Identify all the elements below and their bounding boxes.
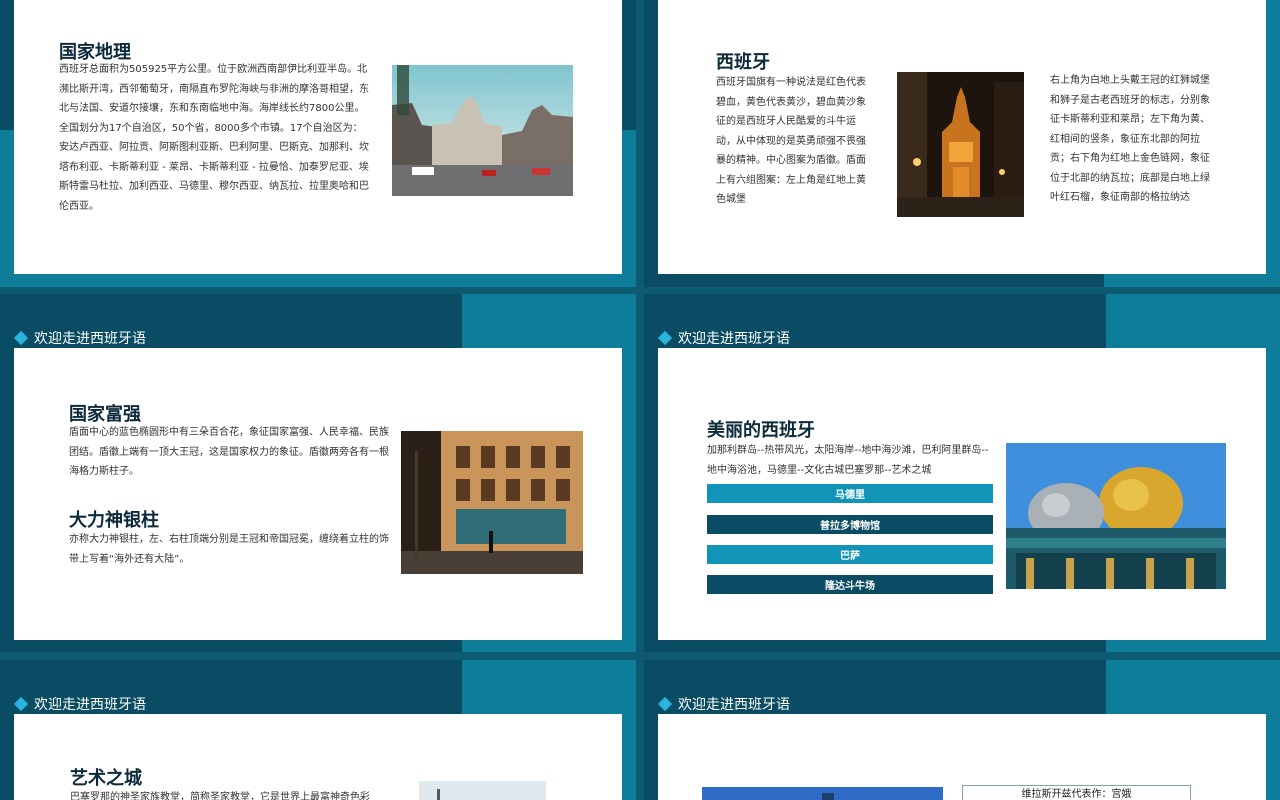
city-street-photo — [392, 65, 573, 196]
slide-text: 巴塞罗那的神圣家族教堂，简称圣家教堂，它是世界上最富神奇色彩 — [70, 792, 370, 800]
slide-title: 西班牙 — [716, 52, 770, 73]
destination-item-ronda[interactable]: 隆达斗牛场 — [707, 575, 993, 594]
building-photo — [401, 431, 583, 574]
sagrada-familia-photo — [419, 781, 546, 800]
slide-card: 艺术之城 巴塞罗那的神圣家族教堂，简称圣家教堂，它是世界上最富神奇色彩 — [14, 714, 622, 800]
slide-card: 国家地理 西班牙总面积为505925平方公里。位于欧洲西南部伊比利亚半岛。北濒比… — [14, 0, 622, 274]
section-header-label: 欢迎走进西班牙语 — [34, 697, 146, 713]
slide-geography[interactable]: 国家地理 西班牙总面积为505925平方公里。位于欧洲西南部伊比利亚半岛。北濒比… — [0, 0, 636, 287]
section-header: 欢迎走进西班牙语 — [657, 328, 790, 348]
diamond-icon — [13, 330, 29, 346]
slide-beautiful-spain[interactable]: 欢迎走进西班牙语 美丽的西班牙 加那利群岛--热带风光，太阳海岸--地中海沙滩，… — [644, 294, 1280, 652]
destination-item-prado[interactable]: 普拉多博物馆 — [707, 515, 993, 534]
slide-card: 西班牙 西班牙国旗有一种说法是红色代表碧血，黄色代表黄沙，碧血黄沙象征的是西班牙… — [658, 0, 1266, 274]
section-header: 欢迎走进西班牙语 — [657, 694, 790, 714]
slide-title-hercules: 大力神银柱 — [69, 510, 159, 531]
diamond-icon — [657, 696, 673, 712]
slide-prosperity[interactable]: 欢迎走进西班牙语 国家富强 盾面中心的蓝色椭圆形中有三朵百合花，象征国家富强、人… — [0, 294, 636, 652]
slide-card: 美丽的西班牙 加那利群岛--热带风光，太阳海岸--地中海沙滩，巴利阿里群岛--地… — [658, 348, 1266, 640]
artwork-photo — [702, 786, 943, 800]
slide-art-city[interactable]: 欢迎走进西班牙语 艺术之城 巴塞罗那的神圣家族教堂，简称圣家教堂，它是世界上最富… — [0, 660, 636, 800]
night-church-photo — [897, 72, 1024, 217]
slide-text: 西班牙总面积为505925平方公里。位于欧洲西南部伊比利亚半岛。北濒比斯开湾，西… — [59, 64, 369, 212]
slide-text: 加那利群岛--热带风光，太阳海岸--地中海沙滩，巴利阿里群岛--地中海浴池，马德… — [707, 445, 989, 476]
slide-text-hercules: 亦称大力神银柱，左、右柱顶端分别是王冠和帝国冠冕，缠绕着立柱的饰带上写着“海外还… — [69, 534, 389, 565]
artwork-label-box: 维拉斯开兹代表作：宫娥 — [962, 785, 1191, 800]
destination-item-barca[interactable]: 巴萨 — [707, 545, 993, 564]
diamond-icon — [13, 696, 29, 712]
section-header-label: 欢迎走进西班牙语 — [34, 331, 146, 347]
section-header-label: 欢迎走进西班牙语 — [678, 697, 790, 713]
section-header: 欢迎走进西班牙语 — [13, 328, 146, 348]
diamond-icon — [657, 330, 673, 346]
slide-card: 维拉斯开兹代表作：宫娥 — [658, 714, 1266, 800]
slide-spain-flag[interactable]: 西班牙 西班牙国旗有一种说法是红色代表碧血，黄色代表黄沙，碧血黄沙象征的是西班牙… — [644, 0, 1280, 287]
slide-text-prosperity: 盾面中心的蓝色椭圆形中有三朵百合花，象征国家富强、人民幸福、民族团结。盾徽上端有… — [69, 427, 389, 477]
slide-text-left: 西班牙国旗有一种说法是红色代表碧血，黄色代表黄沙，碧血黄沙象征的是西班牙人民酷爱… — [716, 77, 866, 205]
slide-card: 国家富强 盾面中心的蓝色椭圆形中有三朵百合花，象征国家富强、人民幸福、民族团结。… — [14, 348, 622, 640]
slide-velazquez[interactable]: 欢迎走进西班牙语 维拉斯开兹代表作：宫娥 — [644, 660, 1280, 800]
section-header-label: 欢迎走进西班牙语 — [678, 331, 790, 347]
destination-item-madrid[interactable]: 马德里 — [707, 484, 993, 503]
slide-title: 美丽的西班牙 — [707, 420, 815, 441]
slide-title: 艺术之城 — [70, 768, 142, 789]
section-header: 欢迎走进西班牙语 — [13, 694, 146, 714]
slide-text-right: 右上角为白地上头戴王冠的红狮城堡和狮子是古老西班牙的标志，分别象征卡斯蒂利亚和莱… — [1050, 75, 1210, 203]
destination-list: 马德里 普拉多博物馆 巴萨 隆达斗牛场 — [707, 484, 993, 599]
golden-dome-photo — [1006, 443, 1226, 589]
